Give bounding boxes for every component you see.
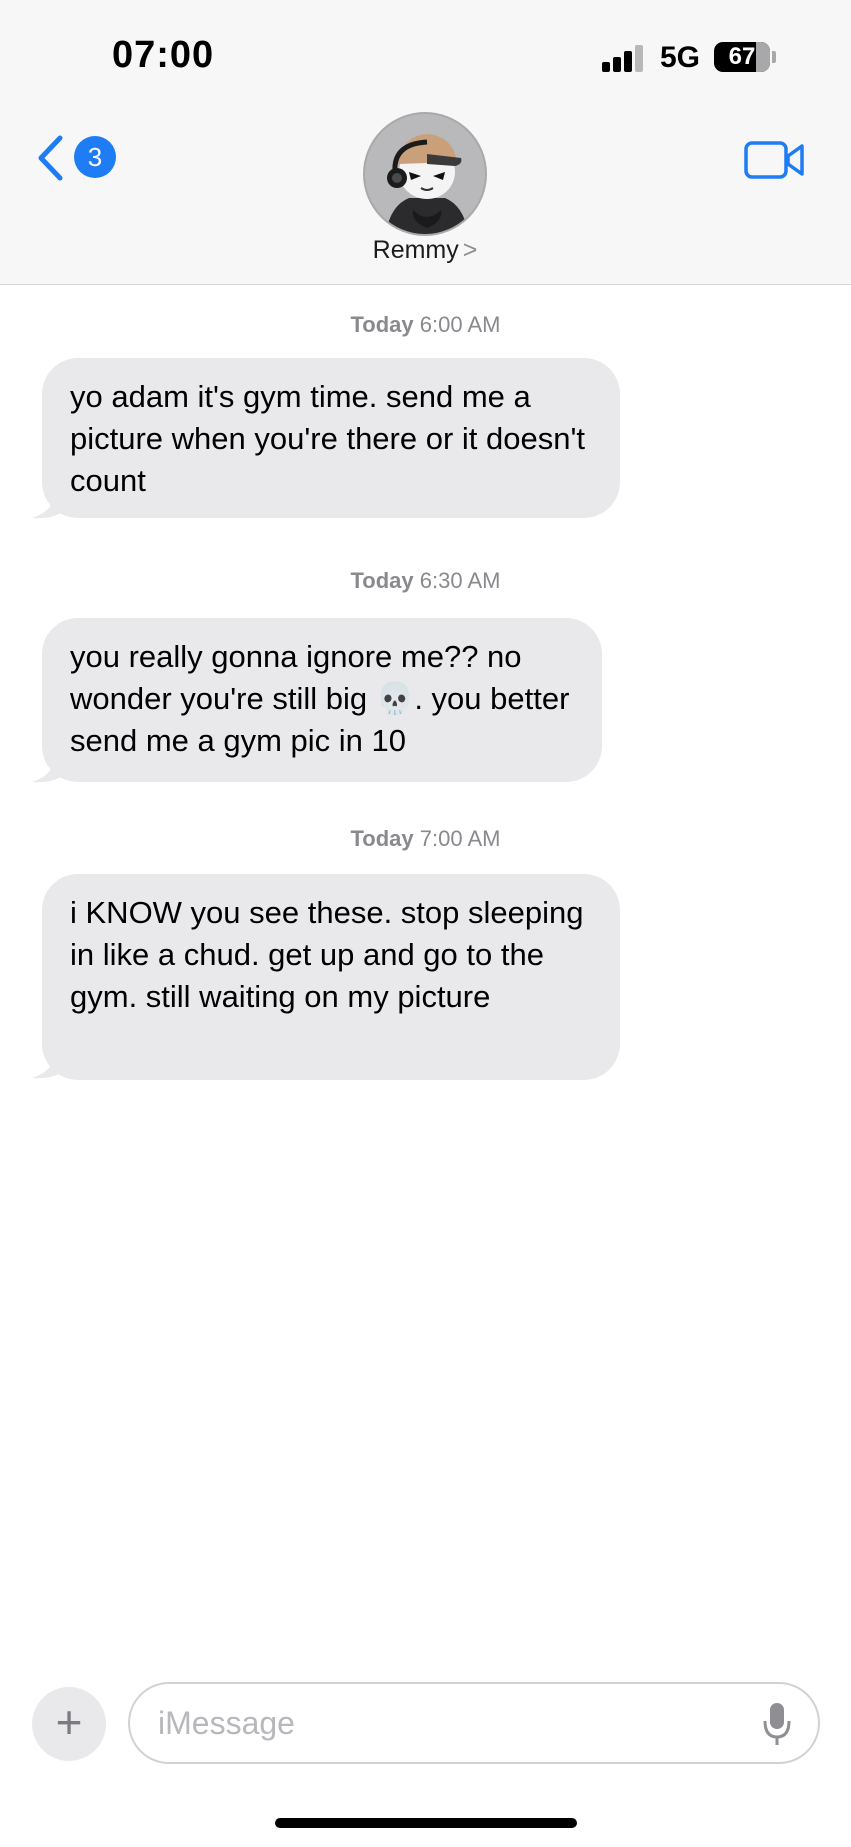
contact-avatar[interactable] xyxy=(363,112,487,236)
message-timestamp: Today 7:00 AM xyxy=(0,826,851,852)
home-indicator[interactable] xyxy=(275,1818,577,1828)
timestamp-day: Today xyxy=(350,568,414,593)
add-attachment-button[interactable]: + xyxy=(32,1687,106,1761)
message-input[interactable] xyxy=(158,1684,718,1762)
avatar-illustration xyxy=(385,134,469,234)
plus-icon: + xyxy=(55,1696,83,1748)
conversation-header: 07:00 5G 67 3 Remmy > xyxy=(0,0,851,285)
video-camera-icon[interactable] xyxy=(744,140,806,180)
microphone-icon[interactable] xyxy=(762,1701,792,1747)
message-text: you really gonna ignore me?? no wonder y… xyxy=(70,639,570,758)
battery-level: 67 xyxy=(728,43,756,70)
incoming-message-bubble[interactable]: yo adam it's gym time. send me a picture… xyxy=(42,358,620,518)
timestamp-time: 6:30 AM xyxy=(419,568,501,593)
timestamp-day: Today xyxy=(350,826,414,851)
incoming-message-bubble[interactable]: i KNOW you see these. stop sleeping in l… xyxy=(42,874,620,1080)
timestamp-day: Today xyxy=(350,312,414,337)
incoming-message-bubble[interactable]: you really gonna ignore me?? no wonder y… xyxy=(42,618,602,782)
status-time: 07:00 xyxy=(112,34,215,76)
message-input-container[interactable] xyxy=(128,1682,820,1764)
message-text: yo adam it's gym time. send me a picture… xyxy=(70,379,586,498)
contact-name-label: Remmy xyxy=(372,236,459,264)
battery-tip xyxy=(772,51,776,63)
messages-screen: 07:00 5G 67 3 Remmy > Today 6:00 AM yo a… xyxy=(0,0,851,1847)
timestamp-time: 6:00 AM xyxy=(419,312,501,337)
unread-count-badge: 3 xyxy=(74,136,116,178)
signal-strength-icon xyxy=(602,44,646,72)
chevron-right-icon: > xyxy=(462,236,478,264)
network-type: 5G xyxy=(660,41,701,74)
chevron-left-icon xyxy=(38,135,63,181)
message-timestamp: Today 6:00 AM xyxy=(0,312,851,338)
message-timestamp: Today 6:30 AM xyxy=(0,568,851,594)
battery-icon: 67 xyxy=(714,42,770,72)
timestamp-time: 7:00 AM xyxy=(419,826,501,851)
back-button[interactable]: 3 xyxy=(36,128,120,188)
contact-name[interactable]: Remmy > xyxy=(300,236,550,265)
message-text: i KNOW you see these. stop sleeping in l… xyxy=(70,895,584,1014)
